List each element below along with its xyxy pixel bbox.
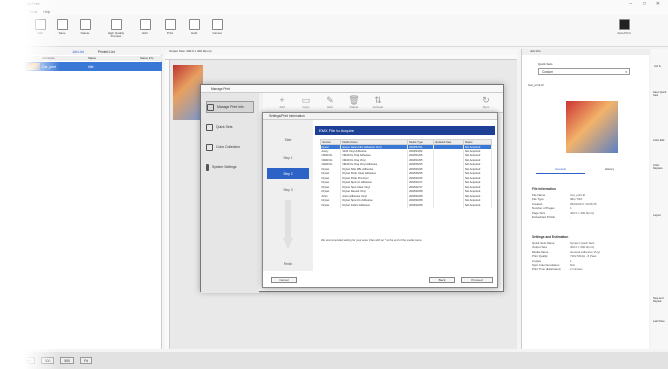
quick-sets-select[interactable]: Custom ▾ [538,68,630,75]
side-job-s[interactable]: Job S.. [654,65,662,68]
arrow-down-icon [283,200,293,250]
color-icon [206,143,213,151]
quick-sets-icon [206,123,213,131]
side-save-quick-sets[interactable]: Save Quick Sets [653,91,668,97]
col-status-info[interactable]: Status Info [140,56,153,60]
emx-table: Version Media Name Media Type Updated Da… [319,139,493,208]
left-overlay [0,0,60,369]
settings-icon [206,163,209,171]
cancel-button[interactable]: Cancel [207,19,227,45]
ruler-left [165,60,170,349]
cancel-icon [211,19,223,30]
toolbar-add[interactable]: + Add [273,95,291,111]
auto-print-button[interactable]: Auto Print [614,19,634,45]
table-cell [433,203,464,208]
ribbon-toolbar: Add Save Delete High Quality Preview Edi… [0,15,668,47]
sidebar-item-quick-sets[interactable]: Quick Sets [206,121,254,133]
wizard-title: Settings/Print Information [263,113,497,120]
edit-icon [139,19,151,30]
sidebar-item-manage-print-info[interactable]: Manage Print Info [206,101,254,113]
toolbar-edit[interactable]: ✎ Edit [321,95,339,111]
toolbar-delete[interactable]: 🗑 Delete [345,95,363,111]
step-start: Start [284,137,292,142]
tab-job-list[interactable]: Job List [72,50,84,54]
toolbar-activate[interactable]: ⇅ Activate [369,95,387,111]
tab-general[interactable]: General [536,167,585,174]
edit-button[interactable]: Edit [135,19,155,45]
table-cell: 2018/02/08 [407,203,434,208]
recommend-note: We recommended setting for your area. Fi… [321,239,423,242]
table-cell: Not Acquired [463,203,493,208]
title-bar: Epson Edge Print ✕ □ – [0,0,668,9]
step-2: Step 2 [267,168,309,179]
cancel-button[interactable]: Cancel [271,277,297,283]
zoom-500[interactable]: 500 [60,357,75,364]
print-button[interactable]: Print [160,19,180,45]
job-info-header: Job Info [522,49,650,55]
settings-wizard-dialog: Settings/Print Information Start Step 1 … [262,112,498,288]
step-3: Step 3 [283,187,293,192]
dialog-title: Manage Print [201,85,503,93]
delete-button[interactable]: Delete [75,19,95,45]
plus-icon: + [279,95,285,105]
app-window: Epson Edge Print ✕ □ – File Edit Tools H… [0,0,668,369]
back-button[interactable]: Back [429,277,455,283]
emx-heading: EMX File to Acquire [315,126,495,135]
wizard-steps: Start Step 1 Step 2 Step 3 Finish [263,120,313,271]
job-status: Idle [88,65,94,69]
hold-icon [188,19,200,30]
step-finish: Finish [283,261,293,266]
job-preview-thumbnail [566,101,618,153]
close-icon[interactable]: ✕ [656,1,660,7]
tab-printed-list[interactable]: Printed List [98,50,115,54]
preview-image [173,65,203,120]
col-status[interactable]: Status [88,56,96,60]
preview-button[interactable]: High Quality Preview [104,19,128,45]
dialog-sidebar: Manage Print Info Quick Sets Color Colle… [201,93,259,293]
file-information: File Information File Name Car_print.tif … [532,187,597,219]
quick-sets-label: Quick Sets [538,62,553,66]
job-file-name: Car_print.tif [528,83,544,87]
toolbar-sync[interactable]: ↻ Sync [477,95,495,111]
tab-history[interactable]: History [585,167,634,174]
print-icon [164,19,176,30]
delete-icon [79,19,91,30]
step-1: Step 1 [283,155,293,160]
side-step-repeat[interactable]: Step and Repeat [653,297,668,303]
preview-icon [110,19,122,30]
sync-icon: ↻ [482,95,490,105]
table-cell: Drytac [320,203,342,208]
activate-icon: ⇅ [374,95,382,105]
dialog-toolbar: + Add ▭ Copy ✎ Edit 🗑 Delete ⇅ Activate ↻ Sync [263,93,503,113]
hold-button[interactable]: Hold [184,19,204,45]
sidebar-item-system-settings[interactable]: System Settings [206,161,254,173]
trash-icon: 🗑 [348,95,360,105]
settings-and-estimation: Settings and Estimation Quick Sets Name S… [532,235,600,272]
pencil-icon: ✎ [326,95,334,105]
table-row[interactable]: Drytac Drytac Fabric Adhesive 2018/02/08 No… [320,203,493,208]
side-layout[interactable]: Layout [653,214,661,217]
proceed-button[interactable]: Proceed [461,277,493,283]
chevron-down-icon: ▾ [625,69,627,74]
zoom-fit[interactable]: Fit [80,357,92,364]
toolbar-copy[interactable]: ▭ Copy [297,95,315,111]
status-bar: 100% 300 500 Fit [0,352,668,369]
side-color-edit[interactable]: Color Edit [653,139,664,142]
job-info-panel: Job Info Quick Sets Custom ▾ Car_print.ti… [521,49,650,349]
copy-icon: ▭ [301,95,311,105]
info-icon [207,103,214,111]
table-cell: Drytac Fabric Adhesive [340,203,409,208]
ruler-top [165,55,517,60]
side-last-pane[interactable]: Last Pane [653,320,665,323]
side-color-replace[interactable]: Color Replace [653,164,668,170]
sidebar-item-color-collection[interactable]: Color Collection [206,141,254,153]
auto-print-icon [618,19,630,30]
side-tools: Job S.. Save Quick Sets Color Edit Color… [651,49,668,349]
maximize-icon[interactable]: □ [643,1,646,7]
minimize-icon[interactable]: – [629,1,632,7]
